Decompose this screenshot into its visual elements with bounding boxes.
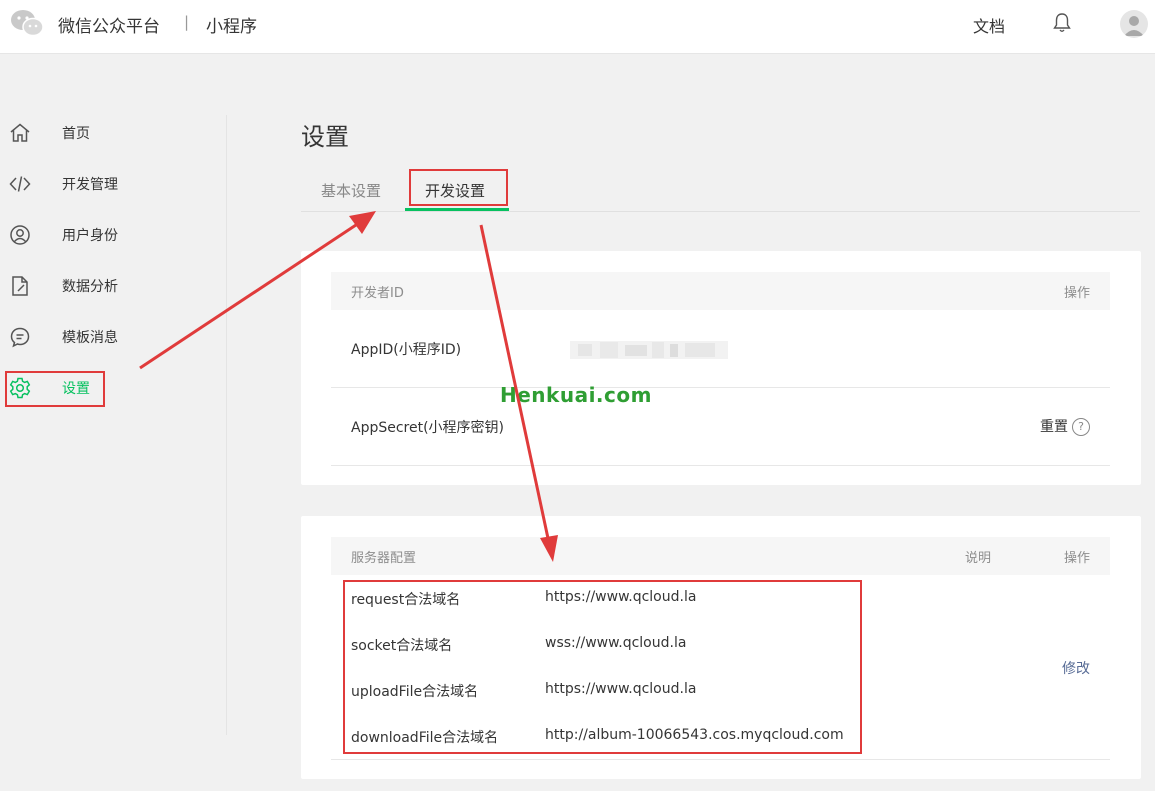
wechat-logo-icon [11,10,44,37]
server-config-title: 服务器配置 [351,551,417,566]
help-icon[interactable]: ? [1072,418,1090,436]
page-title: 设置 [301,123,349,151]
appsecret-label: AppSecret(小程序密钥) [351,420,505,436]
modify-server-button[interactable]: 修改 [1062,658,1090,678]
code-icon [9,176,31,192]
message-icon [10,327,30,348]
action-column-header: 操作 [1063,551,1090,566]
appid-label: AppID(小程序ID) [351,342,462,358]
product-title: 小程序 [206,17,257,37]
highlight-server-domains [343,580,862,754]
sidebar-item-home[interactable]: 首页 [0,113,220,153]
sidebar-item-label: 用户身份 [62,228,118,244]
reset-secret-button[interactable]: 重置? [1040,416,1090,436]
sidebar-item-label: 开发管理 [62,177,118,193]
description-column-header: 说明 [965,551,992,566]
highlight-settings-nav [5,371,105,407]
sidebar-divider [226,115,227,735]
top-bar: 微信公众平台 | 小程序 文档 [0,0,1155,54]
sidebar-item-label: 首页 [62,126,90,142]
sidebar-item-label: 数据分析 [62,279,118,295]
active-tab-indicator [405,208,509,211]
platform-title[interactable]: 微信公众平台 [58,12,160,37]
avatar[interactable] [1120,10,1148,38]
watermark: Henkuai.com [500,383,652,407]
developer-id-title: 开发者ID [351,286,404,301]
sidebar-item-template-messages[interactable]: 模板消息 [0,317,220,357]
bell-icon[interactable] [1050,11,1074,35]
appid-value-blurred [570,341,728,359]
server-config-header: 服务器配置 说明 操作 [331,537,1110,575]
title-separator: | [184,13,190,31]
action-column-header: 操作 [1063,286,1090,301]
user-icon [10,225,30,245]
docs-link[interactable]: 文档 [973,13,1005,37]
sidebar-item-user-identity[interactable]: 用户身份 [0,215,220,255]
appsecret-row: AppSecret(小程序密钥) 重置? [331,388,1110,466]
sidebar-item-dev-management[interactable]: 开发管理 [0,164,220,204]
user-avatar-icon [1124,16,1144,36]
highlight-dev-tab [409,169,508,206]
sidebar: 首页 开发管理 用户身份 数据分析 模板消息 设置 [0,108,226,738]
chart-doc-icon [12,276,28,296]
home-icon [10,123,30,142]
developer-id-header: 开发者ID 操作 [331,272,1110,310]
developer-id-card: 开发者ID 操作 AppID(小程序ID) AppSecret(小程序密钥) 重… [301,251,1141,485]
reset-label: 重置 [1040,419,1068,435]
tab-basic-settings[interactable]: 基本设置 [321,180,381,201]
arrowhead-dev-tab [349,211,376,234]
appid-row: AppID(小程序ID) [331,310,1110,388]
sidebar-item-data-analysis[interactable]: 数据分析 [0,266,220,306]
sidebar-item-label: 模板消息 [62,330,118,346]
